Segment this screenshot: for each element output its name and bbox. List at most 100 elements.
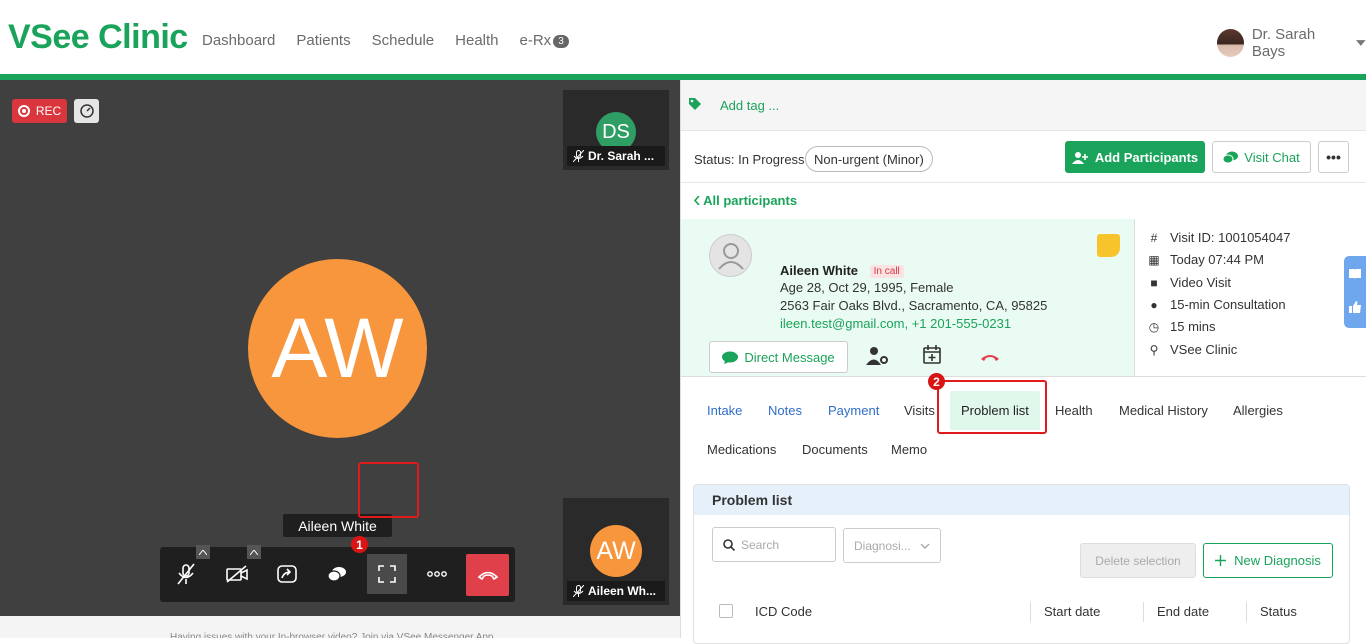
record-icon: [17, 105, 30, 117]
clock-icon: ◷: [1148, 319, 1160, 334]
video-stage: REC AW DS Dr. Sarah ... AW Aileen Wh... …: [0, 80, 680, 616]
new-diagnosis-label: New Diagnosis: [1234, 553, 1321, 568]
user-menu[interactable]: Dr. Sarah Bays: [1217, 26, 1366, 60]
hang-up-icon[interactable]: [980, 353, 1000, 361]
ellipsis-icon: [427, 571, 447, 577]
visit-time-row: ▦ Today 07:44 PM: [1148, 252, 1264, 267]
thumbnail-name: Aileen Wh...: [588, 584, 657, 598]
screen-share-button[interactable]: [267, 554, 307, 594]
mute-mic-button[interactable]: [166, 554, 206, 594]
feedback-side-widget[interactable]: [1344, 256, 1366, 328]
main-nav: Dashboard Patients Schedule Health e-Rx 3: [202, 32, 569, 49]
mic-options-caret[interactable]: [196, 545, 210, 559]
erx-count-badge: 3: [553, 34, 569, 48]
nav-dashboard[interactable]: Dashboard: [202, 32, 275, 49]
thumbnail-label: Dr. Sarah ...: [567, 146, 665, 166]
video-camera-icon: ■: [1150, 275, 1158, 290]
tab-intake[interactable]: Intake: [707, 403, 742, 418]
more-options-button[interactable]: [417, 554, 457, 594]
tab-visits[interactable]: Visits: [904, 403, 935, 418]
add-participants-label: Add Participants: [1094, 149, 1199, 165]
tab-medications[interactable]: Medications: [707, 442, 776, 457]
direct-message-button[interactable]: Direct Message: [709, 341, 848, 373]
logo[interactable]: VSee Clinic: [8, 18, 188, 57]
patient-avatar: [709, 234, 752, 277]
fullscreen-button[interactable]: [367, 554, 407, 594]
tab-notes[interactable]: Notes: [768, 403, 802, 418]
patient-contact[interactable]: ileen.test@gmail.com, +1 201-555-0231: [780, 316, 1011, 331]
fullscreen-icon: [378, 565, 396, 583]
camera-off-icon: [226, 565, 248, 583]
tab-memo[interactable]: Memo: [891, 442, 927, 457]
add-participants-button[interactable]: Add Participants: [1065, 141, 1205, 173]
participant-thumbnail-patient[interactable]: AW Aileen Wh...: [563, 498, 669, 605]
record-label: REC: [35, 104, 62, 118]
nav-health[interactable]: Health: [455, 32, 498, 49]
nav-erx-label: e-Rx: [519, 32, 552, 49]
chevron-up-icon: [199, 549, 207, 555]
problem-table-header: ICD Code Start date End date Status: [694, 592, 1349, 632]
calendar-add-icon[interactable]: [923, 345, 941, 364]
camera-options-caret[interactable]: [247, 545, 261, 559]
end-call-button[interactable]: [466, 554, 509, 596]
nav-erx[interactable]: e-Rx 3: [520, 32, 569, 49]
sticky-note-icon[interactable]: [1097, 234, 1120, 257]
in-call-badge: In call: [869, 265, 904, 279]
new-diagnosis-button[interactable]: New Diagnosis: [1203, 543, 1333, 578]
network-stats-button[interactable]: [74, 99, 99, 123]
tab-health[interactable]: Health: [1055, 403, 1093, 418]
step-marker-1: 1: [351, 536, 368, 553]
diagnosis-filter-select[interactable]: Diagnosi...: [843, 528, 941, 563]
patient-name[interactable]: Aileen White: [780, 263, 858, 278]
problem-list-card: Problem list Search Diagnosi... Delete s…: [693, 484, 1350, 644]
add-tag-link[interactable]: Add tag ...: [720, 98, 779, 113]
chevron-down-icon: [920, 543, 930, 549]
problem-search-input[interactable]: Search: [712, 527, 836, 562]
tab-payment[interactable]: Payment: [828, 403, 879, 418]
chat-bubbles-icon: [327, 567, 346, 582]
problem-list-title: Problem list: [694, 485, 1349, 515]
hash-icon: #: [1150, 230, 1158, 245]
all-participants-link[interactable]: All participants: [693, 193, 797, 208]
message-bubble-icon: [722, 351, 739, 364]
column-end-date[interactable]: End date: [1157, 604, 1209, 619]
calendar-icon: ▦: [1148, 252, 1160, 267]
column-divider: [1143, 602, 1144, 622]
nav-schedule[interactable]: Schedule: [372, 32, 435, 49]
delete-selection-button[interactable]: Delete selection: [1080, 543, 1196, 578]
plus-icon: [1215, 555, 1227, 566]
highlight-box-fullscreen: [358, 462, 419, 518]
call-controls-bar: [160, 545, 515, 602]
thumbnail-avatar: AW: [590, 525, 642, 577]
column-status[interactable]: Status: [1260, 604, 1297, 619]
camera-toggle-button[interactable]: [217, 554, 257, 594]
user-name: Dr. Sarah Bays: [1251, 26, 1316, 60]
visit-panel: Add tag ... Status: In Progress Non-urge…: [680, 80, 1366, 644]
user-settings-icon[interactable]: [865, 346, 889, 366]
direct-message-label: Direct Message: [744, 349, 835, 365]
mic-muted-icon: [573, 585, 584, 597]
mic-muted-icon: [573, 150, 584, 162]
gauge-icon: [79, 104, 94, 118]
column-icd-code[interactable]: ICD Code: [755, 604, 812, 619]
tab-documents[interactable]: Documents: [802, 442, 868, 457]
patient-card: Aileen White In call Age 28, Oct 29, 199…: [681, 219, 1134, 377]
footer-help-text: Having issues with your In-browser video…: [0, 616, 680, 638]
visit-duration: 15 mins: [1170, 319, 1216, 334]
more-actions-button[interactable]: •••: [1318, 141, 1349, 173]
participant-thumbnail-doctor[interactable]: DS Dr. Sarah ...: [563, 90, 669, 170]
share-screen-icon: [277, 565, 297, 583]
tab-medical-history[interactable]: Medical History: [1119, 403, 1208, 418]
chat-icon: [1223, 151, 1239, 163]
chat-button[interactable]: [317, 554, 357, 594]
urgency-pill[interactable]: Non-urgent (Minor): [805, 146, 933, 172]
visit-location: VSee Clinic: [1170, 342, 1238, 357]
nav-patients[interactable]: Patients: [296, 32, 350, 49]
patient-address: 2563 Fair Oaks Blvd., Sacramento, CA, 95…: [780, 298, 1048, 313]
column-start-date[interactable]: Start date: [1044, 604, 1100, 619]
record-button[interactable]: REC: [12, 99, 67, 123]
visit-chat-button[interactable]: Visit Chat: [1212, 141, 1311, 173]
visit-location-row: ⚲ VSee Clinic: [1148, 342, 1238, 357]
select-all-checkbox[interactable]: [719, 604, 733, 618]
tab-allergies[interactable]: Allergies: [1233, 403, 1283, 418]
